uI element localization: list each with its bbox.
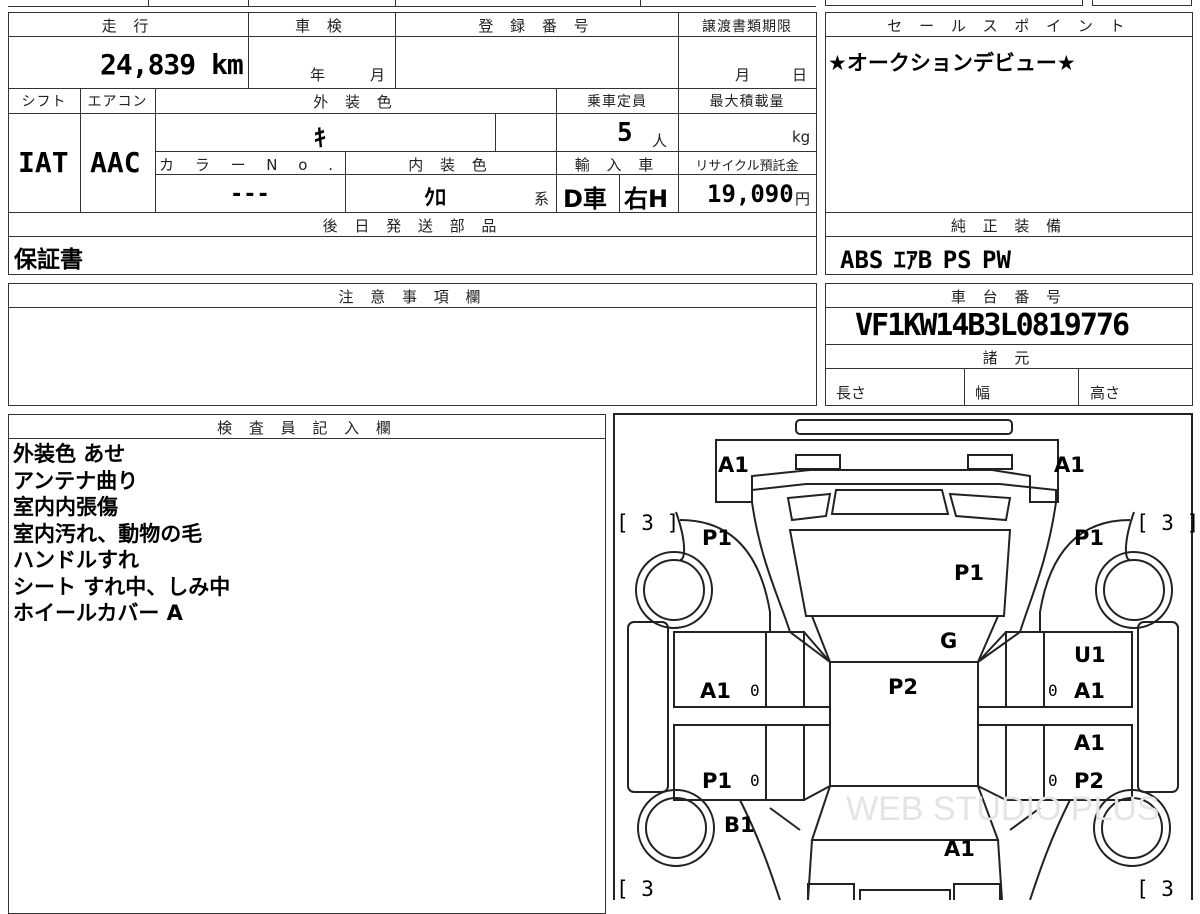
- label-rear-left-fender: B1: [724, 813, 755, 837]
- mark-door-front-right: 0: [1048, 681, 1058, 700]
- watermark: WEB STUDIO PLUS: [846, 790, 1160, 828]
- label-front-left: A1: [718, 453, 749, 477]
- label-door-rear-right-1: A1: [1074, 731, 1105, 755]
- car-damage-diagram: A1 A1 [ 3 ] [ 3 ] P1 P1 P1 G P2 A1 0 U1 …: [613, 413, 1199, 900]
- mark-door-front-left: 0: [750, 681, 760, 700]
- label-fender-front-left: P1: [702, 526, 732, 550]
- label-door-front-right-1: U1: [1074, 643, 1106, 667]
- label-roof: P2: [888, 675, 918, 699]
- label-front-right: A1: [1054, 453, 1085, 477]
- label-rear: A1: [944, 837, 975, 861]
- tire-rear-left: [ 3: [616, 877, 654, 900]
- mark-door-rear-left: 0: [750, 771, 760, 790]
- tire-front-left: [ 3 ]: [616, 511, 679, 535]
- label-windshield: G: [940, 629, 957, 653]
- tire-rear-right: [ 3: [1136, 877, 1174, 900]
- label-door-front-left: A1: [700, 679, 731, 703]
- label-fender-front-right: P1: [1074, 526, 1104, 550]
- mark-door-rear-right: 0: [1048, 771, 1058, 790]
- label-door-front-right-2: A1: [1074, 679, 1105, 703]
- label-door-rear-left: P1: [702, 769, 732, 793]
- label-hood: P1: [954, 561, 984, 585]
- tire-front-right: [ 3 ]: [1136, 511, 1199, 535]
